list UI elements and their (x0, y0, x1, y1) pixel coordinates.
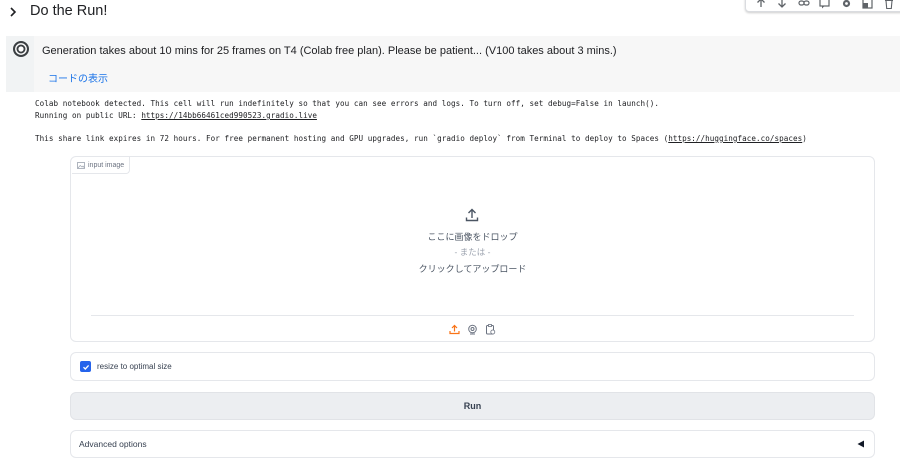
caret-left-icon (857, 440, 864, 448)
mirror-cell-icon[interactable] (861, 0, 875, 10)
drop-instruction: ここに画像をドロップ (427, 232, 518, 242)
advanced-options-label: Advanced options (79, 439, 147, 449)
cell-description: Generation takes about 10 mins for 25 fr… (42, 45, 617, 57)
drop-or-text: - または - (454, 247, 491, 257)
cell-toolbar (745, 0, 900, 12)
input-image-label-text: input image (88, 161, 125, 169)
settings-icon[interactable] (839, 0, 853, 10)
image-upload-block: input image ここに画像をドロップ - または - クリックしてアップ… (70, 156, 875, 342)
output-line-share-expiry: This share link expires in 72 hours. For… (35, 134, 807, 143)
move-up-icon[interactable] (754, 0, 768, 10)
move-down-icon[interactable] (775, 0, 789, 10)
comment-icon[interactable] (818, 0, 832, 10)
click-upload-text: クリックしてアップロード (418, 264, 527, 274)
source-selector (448, 323, 496, 335)
chevron-right-icon[interactable] (8, 6, 18, 18)
clipboard-icon[interactable] (484, 323, 496, 335)
upload-icon[interactable] (448, 323, 460, 335)
spaces-url-link[interactable]: https://huggingface.co/spaces (668, 134, 802, 143)
output-line-notebook-detected: Colab notebook detected. This cell will … (35, 99, 659, 108)
check-icon (82, 364, 89, 370)
resize-checkbox[interactable] (80, 361, 91, 372)
output-line-public-url: Running on public URL: https://14bb66461… (35, 111, 317, 120)
resize-checkbox-block[interactable]: resize to optimal size (70, 352, 875, 381)
run-cell-icon[interactable] (12, 40, 30, 58)
output-text: Running on public URL: (35, 111, 142, 120)
advanced-options-accordion[interactable]: Advanced options (70, 430, 875, 458)
webcam-icon[interactable] (466, 323, 478, 335)
show-code-link[interactable]: コードの表示 (48, 70, 108, 85)
image-drop-zone[interactable]: ここに画像をドロップ - または - クリックしてアップロード (71, 197, 874, 297)
image-icon (77, 161, 85, 169)
resize-checkbox-label: resize to optimal size (97, 362, 172, 371)
divider (91, 315, 854, 316)
public-url-link[interactable]: https://14bb66461ced990523.gradio.live (141, 111, 317, 120)
output-text: ) (802, 134, 807, 143)
delete-icon[interactable] (882, 0, 896, 10)
run-button[interactable]: Run (70, 392, 875, 420)
output-text: This share link expires in 72 hours. For… (35, 134, 669, 143)
upload-arrow-icon (465, 208, 479, 222)
section-title: Do the Run! (30, 3, 108, 19)
link-icon[interactable] (797, 0, 811, 10)
input-image-label: input image (72, 157, 131, 174)
